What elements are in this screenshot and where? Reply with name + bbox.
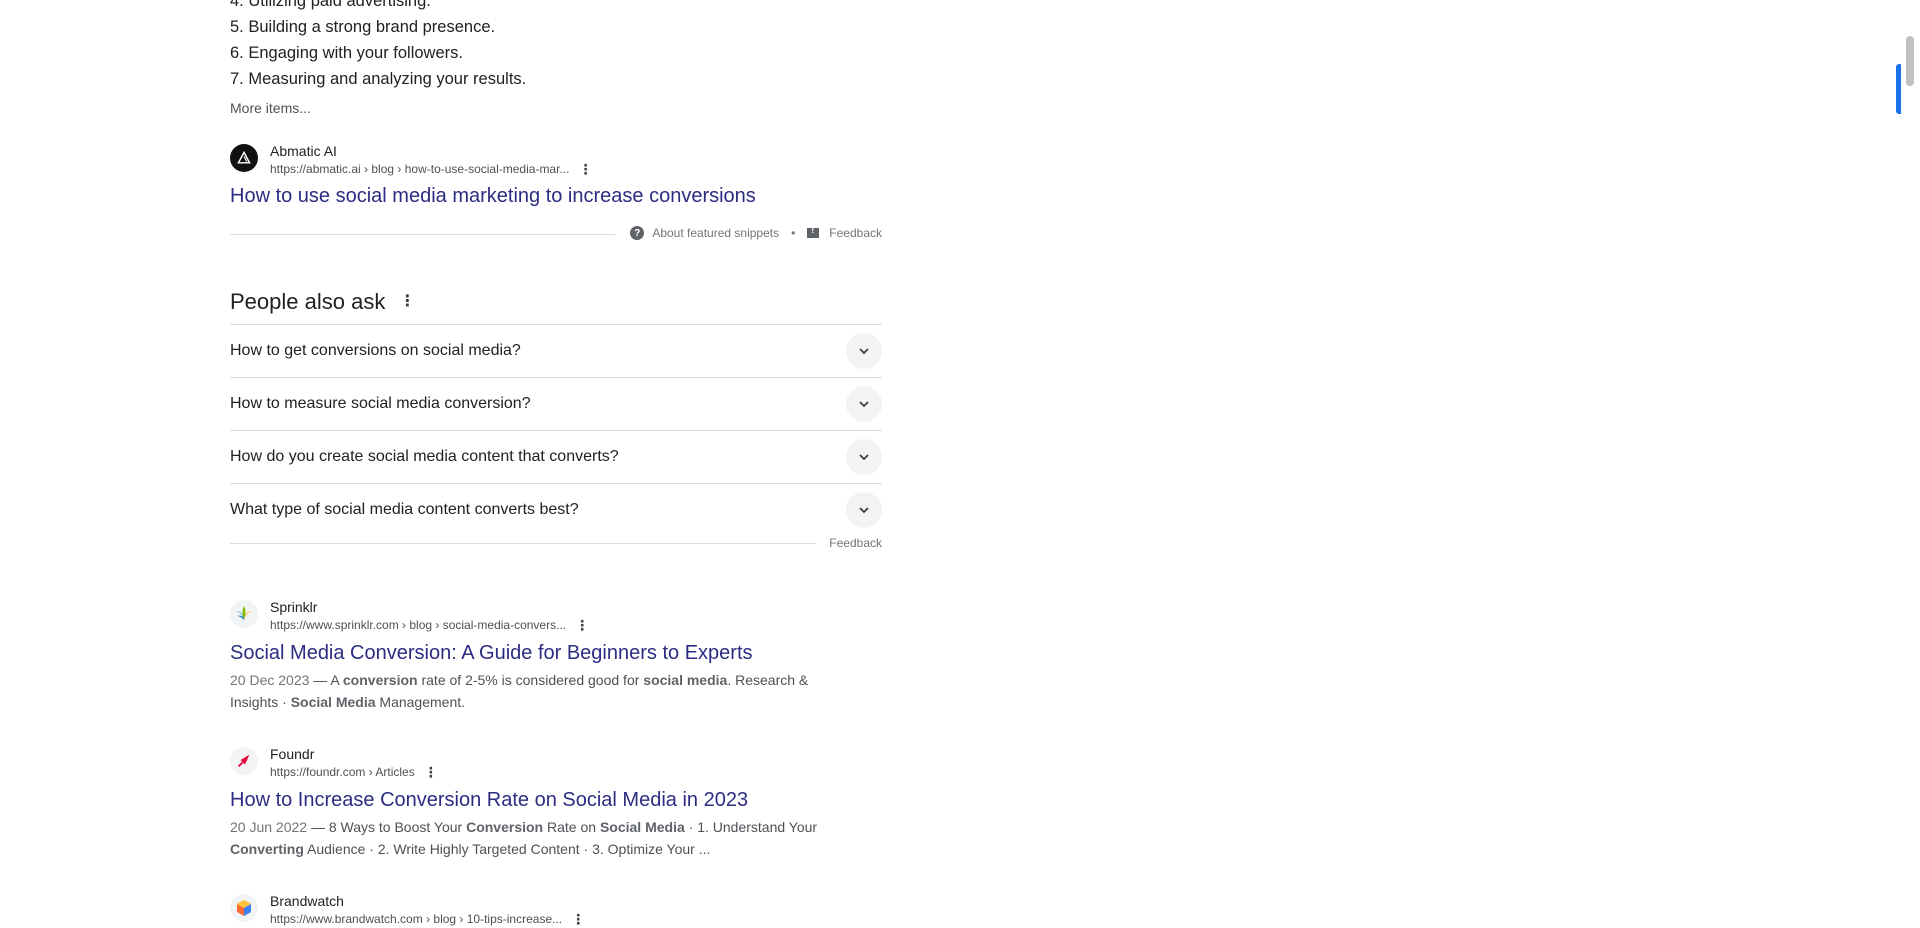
snippet-highlight: social media bbox=[643, 672, 728, 688]
source-name: Sprinklr bbox=[270, 599, 318, 615]
list-item: 4. Utilizing paid advertising. bbox=[230, 0, 431, 10]
feedback-link[interactable]: Feedback bbox=[829, 226, 882, 240]
paa-question[interactable]: How do you create social media content t… bbox=[230, 430, 882, 483]
list-item: 5. Building a strong brand presence. bbox=[230, 18, 496, 36]
snippet-highlight: Converting bbox=[230, 841, 304, 857]
date-dash: — bbox=[309, 672, 331, 688]
three-dot-menu-icon[interactable]: ⋮ bbox=[574, 618, 590, 632]
result-snippet: 20 Jun 2022 — 8 Ways to Boost Your Conve… bbox=[230, 816, 820, 860]
people-also-ask-heading: People also ask ⋮ bbox=[230, 288, 415, 316]
result-title-link[interactable]: How to Increase Conversion Rate on Socia… bbox=[230, 787, 748, 813]
featured-snippet-footer: ? About featured snippets • Feedback bbox=[230, 225, 882, 244]
snippet-text: 8 Ways to Boost Your bbox=[328, 819, 467, 835]
result-snippet: 20 Dec 2023 — A conversion rate of 2-5% … bbox=[230, 669, 820, 713]
scrollbar-track[interactable] bbox=[1901, 0, 1920, 919]
divider bbox=[230, 234, 615, 235]
snippet-text: rate of 2-5% is considered good for bbox=[417, 672, 644, 688]
paa-footer: Feedback bbox=[230, 536, 882, 552]
paa-question[interactable]: How to measure social media conversion? bbox=[230, 377, 882, 430]
list-item: 6. Engaging with your followers. bbox=[230, 44, 463, 62]
paa-question-text: How to measure social media conversion? bbox=[230, 395, 531, 412]
foundr-favicon-icon bbox=[230, 747, 258, 775]
source-url: https://foundr.com › Articles bbox=[270, 765, 415, 779]
snippet-text: A bbox=[330, 672, 343, 688]
result-date: 20 Jun 2022 bbox=[230, 819, 308, 835]
snippet-highlight: Social Media bbox=[290, 694, 376, 710]
snippet-highlight: Conversion bbox=[466, 819, 544, 835]
question-circle-icon[interactable]: ? bbox=[630, 226, 645, 240]
source-url: https://abmatic.ai › blog › how-to-use-s… bbox=[270, 162, 570, 176]
snippet-text: Management. bbox=[375, 694, 466, 710]
featured-snippet-title-link[interactable]: How to use social media marketing to inc… bbox=[230, 183, 756, 209]
featured-source[interactable]: Abmatic AI https://abmatic.ai › blog › h… bbox=[230, 142, 593, 178]
divider bbox=[230, 543, 816, 544]
snippet-highlight: Social Media bbox=[599, 819, 685, 835]
snippet-text: Audience · 2. Write Highly Targeted Cont… bbox=[303, 841, 711, 857]
source-name: Brandwatch bbox=[270, 893, 344, 909]
paa-question-text: What type of social media content conver… bbox=[230, 501, 579, 518]
source-name: Foundr bbox=[270, 746, 315, 762]
paa-question[interactable]: How to get conversions on social media? bbox=[230, 324, 882, 377]
result-source[interactable]: Foundr https://foundr.com › Articles ⋮ bbox=[230, 745, 439, 781]
list-item: 7. Measuring and analyzing your results. bbox=[230, 70, 527, 88]
three-dot-menu-icon[interactable]: ⋮ bbox=[399, 294, 415, 310]
three-dot-menu-icon[interactable]: ⋮ bbox=[423, 765, 439, 779]
abmatic-favicon-icon bbox=[230, 144, 258, 172]
paa-title: People also ask bbox=[230, 289, 386, 314]
snippet-text: · 1. Understand Your bbox=[684, 819, 818, 835]
chevron-down-icon[interactable] bbox=[846, 333, 882, 369]
featured-snippet-list: 4. Utilizing paid advertising. 5. Buildi… bbox=[230, 0, 882, 92]
paa-question-text: How to get conversions on social media? bbox=[230, 342, 521, 359]
people-also-ask-list: How to get conversions on social media? … bbox=[230, 324, 882, 536]
feedback-link[interactable]: Feedback bbox=[829, 536, 882, 550]
result-source[interactable]: Brandwatch https://www.brandwatch.com › … bbox=[230, 892, 586, 928]
three-dot-menu-icon[interactable]: ⋮ bbox=[577, 162, 593, 176]
chevron-down-icon[interactable] bbox=[846, 439, 882, 475]
snippet-highlight: conversion bbox=[342, 672, 418, 688]
paa-question-text: How do you create social media content t… bbox=[230, 448, 619, 465]
side-panel-tab[interactable] bbox=[1896, 64, 1901, 114]
paa-question[interactable]: What type of social media content conver… bbox=[230, 483, 882, 536]
feedback-icon[interactable] bbox=[807, 225, 820, 238]
about-featured-snippets-link[interactable]: About featured snippets bbox=[652, 226, 779, 240]
result-title-link[interactable]: Social Media Conversion: A Guide for Beg… bbox=[230, 640, 753, 666]
separator: • bbox=[791, 226, 796, 240]
source-name: Abmatic AI bbox=[270, 143, 337, 159]
date-dash: — bbox=[307, 819, 329, 835]
chevron-down-icon[interactable] bbox=[846, 492, 882, 528]
result-source[interactable]: Sprinklr https://www.sprinklr.com › blog… bbox=[230, 598, 590, 634]
brandwatch-favicon-icon bbox=[230, 894, 258, 922]
more-items-link[interactable]: More items... bbox=[230, 98, 311, 118]
source-url: https://www.sprinklr.com › blog › social… bbox=[270, 618, 567, 632]
three-dot-menu-icon[interactable]: ⋮ bbox=[570, 912, 586, 926]
sprinklr-favicon-icon bbox=[230, 600, 258, 628]
scrollbar-thumb[interactable] bbox=[1906, 36, 1914, 86]
result-date: 20 Dec 2023 bbox=[230, 672, 310, 688]
source-url: https://www.brandwatch.com › blog › 10-t… bbox=[270, 912, 563, 926]
chevron-down-icon[interactable] bbox=[846, 386, 882, 422]
snippet-text: Rate on bbox=[543, 819, 600, 835]
